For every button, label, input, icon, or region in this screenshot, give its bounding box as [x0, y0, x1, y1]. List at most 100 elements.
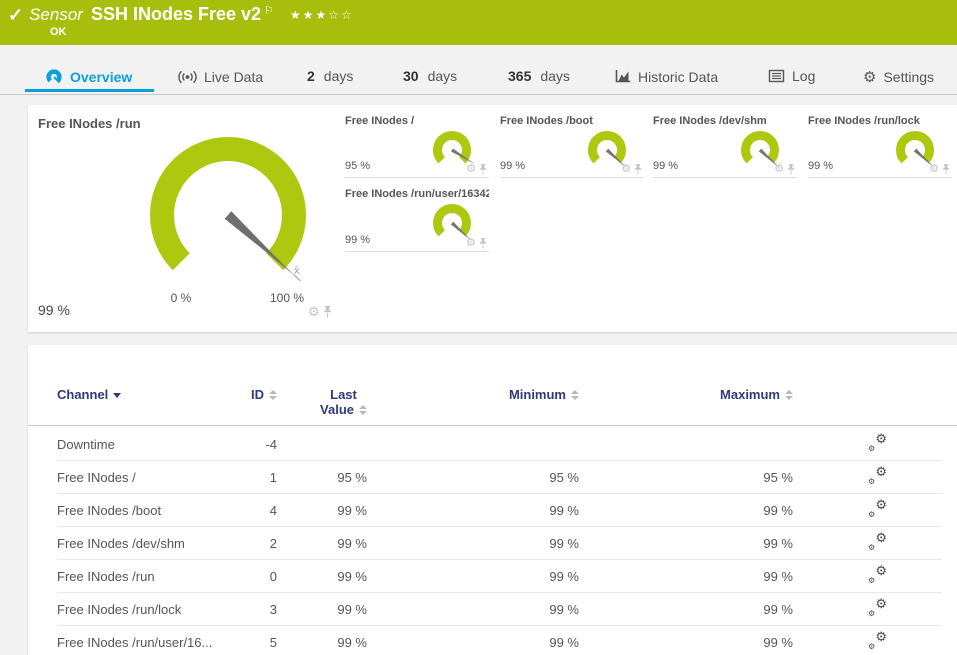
- minimum-value: 99 %: [549, 634, 579, 650]
- channel-settings-icon[interactable]: ⚙ ⚙: [868, 563, 887, 585]
- stars-filled: ★★★: [289, 8, 329, 22]
- channel-settings-icon[interactable]: ⚙ ⚙: [868, 497, 887, 519]
- pin-icon[interactable]: [479, 238, 487, 249]
- primary-gauge-title: Free INodes /run: [38, 116, 141, 131]
- settings-gear-icon: ⚙: [863, 69, 877, 86]
- tab-2-days-number: 2: [307, 68, 315, 84]
- tab-bar: Overview Live Data 2 days 30 days 365 da…: [0, 45, 957, 95]
- channel-id: 3: [269, 601, 277, 617]
- tab-overview[interactable]: Overview: [45, 68, 132, 86]
- table-row: Free INodes / 1 95 % 95 % 95 % ⚙ ⚙: [57, 461, 942, 494]
- tab-overview-label: Overview: [70, 69, 133, 85]
- minimum-value: 99 %: [549, 568, 579, 584]
- column-header-last-value[interactable]: Last Value: [320, 387, 367, 417]
- channel-settings-icon[interactable]: ⚙ ⚙: [868, 431, 887, 453]
- sort-icon: [359, 404, 367, 415]
- maximum-value: 99 %: [763, 535, 793, 551]
- channel-settings-icon[interactable]: ⚙ ⚙: [868, 464, 887, 486]
- active-tab-indicator: [25, 89, 154, 92]
- small-gauge-value: 99 %: [653, 160, 679, 172]
- tab-2-days[interactable]: 2 days: [307, 68, 353, 84]
- tab-30-days[interactable]: 30 days: [403, 68, 457, 84]
- sensor-title: SSH INodes Free v2: [90, 4, 262, 24]
- flag-icon[interactable]: ⚐: [264, 4, 274, 17]
- priority-stars[interactable]: ★★★☆☆: [290, 8, 354, 22]
- column-header-id[interactable]: ID: [247, 387, 277, 402]
- pin-icon[interactable]: [942, 164, 950, 175]
- channel-gear-icon[interactable]: ⚙: [466, 238, 476, 249]
- channel-name[interactable]: Downtime: [57, 437, 247, 452]
- table-row: Free INodes /dev/shm 2 99 % 99 % 99 % ⚙ ⚙: [57, 527, 942, 560]
- channel-gear-icon[interactable]: ⚙: [308, 305, 320, 318]
- tab-365-days[interactable]: 365 days: [508, 68, 570, 84]
- last-value: 99 %: [337, 601, 367, 617]
- table-row: Free INodes /run 0 99 % 99 % 99 % ⚙ ⚙: [57, 560, 942, 593]
- maximum-value: 99 %: [763, 601, 793, 617]
- channel-name[interactable]: Free INodes /run/lock: [57, 602, 247, 617]
- maximum-value: 95 %: [763, 469, 793, 485]
- average-marker: x̄: [294, 265, 300, 277]
- tab-log[interactable]: Log: [768, 68, 815, 84]
- tab-historic-data[interactable]: Historic Data: [613, 68, 718, 85]
- minimum-value: 95 %: [549, 469, 579, 485]
- channel-table-body: Downtime -4 ⚙ ⚙ Free INodes / 1 95 % 95 %…: [28, 428, 957, 655]
- small-gauge-run-lock: Free INodes /run/lock 99 % ⚙: [808, 113, 952, 178]
- channel-name[interactable]: Free INodes /run: [57, 569, 247, 584]
- small-gauge-value: 99 %: [808, 160, 834, 172]
- table-row: Free INodes /run/lock 3 99 % 99 % 99 % ⚙…: [57, 593, 942, 626]
- table-row: Downtime -4 ⚙ ⚙: [57, 428, 942, 461]
- tab-settings[interactable]: ⚙ Settings: [863, 68, 934, 86]
- live-data-icon: [178, 70, 197, 84]
- channel-name[interactable]: Free INodes /: [57, 470, 247, 485]
- column-header-channel[interactable]: Channel: [57, 387, 247, 402]
- channel-id: 4: [269, 502, 277, 518]
- channel-gear-icon[interactable]: ⚙: [929, 164, 939, 175]
- sensor-status-text: OK: [50, 26, 67, 38]
- channel-gear-icon[interactable]: ⚙: [621, 164, 631, 175]
- channel-gear-icon[interactable]: ⚙: [466, 164, 476, 175]
- tab-30-days-label: days: [427, 68, 458, 84]
- minimum-value: 99 %: [549, 502, 579, 518]
- last-value: 99 %: [337, 568, 367, 584]
- column-header-minimum[interactable]: Minimum: [367, 387, 579, 402]
- last-value: 99 %: [337, 634, 367, 650]
- channel-table-panel: Channel ID Last Value Minimum Maximum Do…: [28, 345, 957, 655]
- small-gauge-value: 99 %: [345, 234, 371, 246]
- primary-gauge-max-label: 100 %: [269, 291, 305, 305]
- pin-icon[interactable]: [634, 164, 642, 175]
- channel-name[interactable]: Free INodes /boot: [57, 503, 247, 518]
- maximum-value: 99 %: [763, 568, 793, 584]
- stars-empty: ☆☆: [328, 8, 354, 22]
- log-icon: [768, 69, 785, 83]
- channel-settings-icon[interactable]: ⚙ ⚙: [868, 530, 887, 552]
- channel-settings-icon[interactable]: ⚙ ⚙: [868, 629, 887, 651]
- channel-id: -4: [265, 436, 277, 452]
- channel-id: 5: [269, 634, 277, 650]
- minimum-value: 99 %: [549, 601, 579, 617]
- tab-historic-data-label: Historic Data: [638, 68, 719, 85]
- pin-icon[interactable]: [787, 164, 795, 175]
- gauges-panel: Free INodes /run x̄ 0 % 100 % 99 % ⚙ Fre…: [28, 105, 957, 332]
- small-gauge-run-user: Free INodes /run/user/16342... 99 % ⚙: [345, 186, 489, 252]
- channel-name[interactable]: Free INodes /run/user/16...: [57, 635, 247, 650]
- primary-gauge-min-label: 0 %: [170, 291, 192, 305]
- channel-settings-icon[interactable]: ⚙ ⚙: [868, 596, 887, 618]
- small-gauge-dev-shm: Free INodes /dev/shm 99 % ⚙: [653, 113, 797, 178]
- historic-data-chart-icon: [615, 70, 630, 83]
- sort-desc-icon: [113, 393, 122, 398]
- column-header-maximum[interactable]: Maximum: [579, 387, 793, 402]
- sort-icon: [571, 389, 579, 400]
- tab-live-data[interactable]: Live Data: [178, 68, 263, 86]
- channel-name[interactable]: Free INodes /dev/shm: [57, 536, 247, 551]
- pin-icon[interactable]: [479, 164, 487, 175]
- table-row: Free INodes /boot 4 99 % 99 % 99 % ⚙ ⚙: [57, 494, 942, 527]
- pin-icon[interactable]: [323, 305, 332, 318]
- channel-gear-icon[interactable]: ⚙: [774, 164, 784, 175]
- tab-365-days-number: 365: [508, 68, 532, 84]
- tab-live-data-label: Live Data: [204, 69, 264, 85]
- tab-30-days-number: 30: [403, 68, 419, 84]
- tab-365-days-label: days: [540, 68, 570, 84]
- minimum-value: 99 %: [549, 535, 579, 551]
- maximum-value: 99 %: [763, 634, 793, 650]
- overview-gauge-icon: [46, 69, 62, 84]
